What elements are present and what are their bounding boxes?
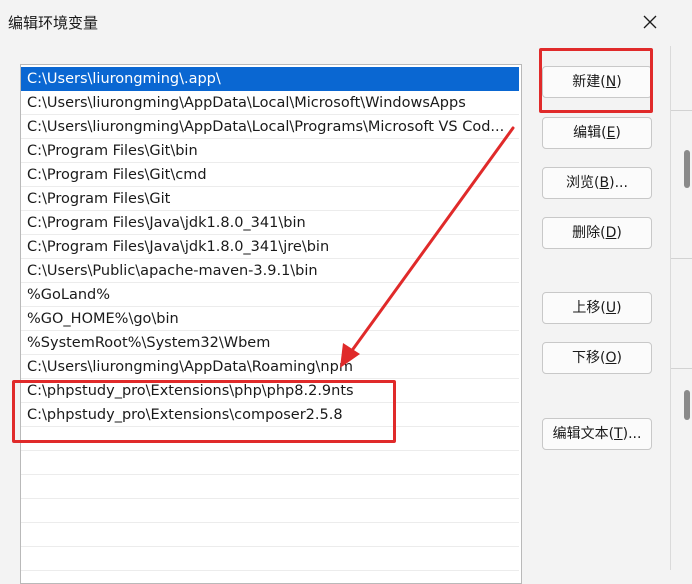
new-button[interactable]: 新建(N) <box>542 66 652 98</box>
path-list-item[interactable]: C:\Users\liurongming\.app\ <box>21 67 519 91</box>
close-button[interactable] <box>628 4 672 40</box>
delete-button[interactable]: 删除(D) <box>542 217 652 249</box>
path-list-item[interactable]: C:\phpstudy_pro\Extensions\composer2.5.8 <box>21 403 519 427</box>
edit-text-button[interactable]: 编辑文本(T)... <box>542 418 652 450</box>
window-border <box>670 46 671 570</box>
empty-list-row <box>21 547 519 571</box>
background-divider <box>671 368 692 369</box>
background-scrollbar-thumb[interactable] <box>684 150 690 188</box>
empty-list-row <box>21 499 519 523</box>
path-list-item[interactable]: C:\Users\liurongming\AppData\Roaming\npm <box>21 355 519 379</box>
path-list-item[interactable]: C:\Users\liurongming\AppData\Local\Micro… <box>21 91 519 115</box>
empty-list-row <box>21 523 519 547</box>
window-title: 编辑环境变量 <box>8 14 99 32</box>
empty-list-row <box>21 475 519 499</box>
background-scrollbar-thumb[interactable] <box>684 390 690 420</box>
path-list-item[interactable]: C:\Program Files\Git\cmd <box>21 163 519 187</box>
background-divider <box>671 110 692 111</box>
path-list-item[interactable]: C:\Program Files\Git\bin <box>21 139 519 163</box>
path-list-item[interactable]: %SystemRoot%\System32\Wbem <box>21 331 519 355</box>
edit-button[interactable]: 编辑(E) <box>542 117 652 149</box>
empty-list-row <box>21 451 519 475</box>
path-list-item[interactable]: C:\phpstudy_pro\Extensions\php\php8.2.9n… <box>21 379 519 403</box>
empty-list-row <box>21 571 519 583</box>
empty-list-row <box>21 427 519 451</box>
path-list-item[interactable]: C:\Users\liurongming\AppData\Local\Progr… <box>21 115 519 139</box>
move-down-button[interactable]: 下移(O) <box>542 342 652 374</box>
browse-button[interactable]: 浏览(B)... <box>542 167 652 199</box>
background-window-edge <box>670 46 692 570</box>
move-up-button[interactable]: 上移(U) <box>542 292 652 324</box>
path-list[interactable]: C:\Users\liurongming\.app\ C:\Users\liuro… <box>20 64 522 584</box>
path-list-item[interactable]: C:\Program Files\Git <box>21 187 519 211</box>
path-list-item[interactable]: C:\Program Files\Java\jdk1.8.0_341\bin <box>21 211 519 235</box>
path-list-item[interactable]: %GO_HOME%\go\bin <box>21 307 519 331</box>
close-icon <box>643 15 657 29</box>
title-bar: 编辑环境变量 <box>0 0 692 46</box>
path-list-item[interactable]: %GoLand% <box>21 283 519 307</box>
path-list-item[interactable]: C:\Program Files\Java\jdk1.8.0_341\jre\b… <box>21 235 519 259</box>
background-divider <box>671 258 692 259</box>
path-list-item[interactable]: C:\Users\Public\apache-maven-3.9.1\bin <box>21 259 519 283</box>
